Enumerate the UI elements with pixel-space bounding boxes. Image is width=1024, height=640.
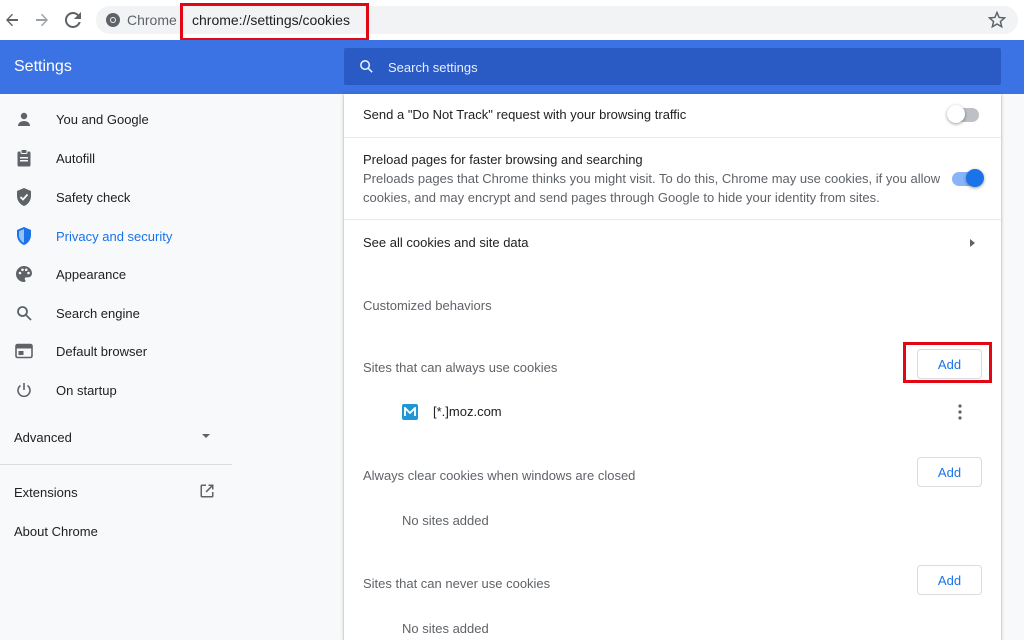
sidebar-item-on-startup[interactable]: On startup bbox=[0, 371, 232, 409]
never-allow-empty-text: No sites added bbox=[402, 621, 489, 636]
sidebar-item-label: Autofill bbox=[56, 150, 96, 166]
clipboard-icon bbox=[15, 149, 33, 167]
customized-behaviors-heading: Customized behaviors bbox=[363, 298, 492, 313]
always-allow-label: Sites that can always use cookies bbox=[363, 360, 558, 375]
bookmark-star-icon[interactable] bbox=[988, 11, 1006, 29]
divider bbox=[344, 137, 1001, 138]
sidebar-item-label: Appearance bbox=[56, 266, 127, 282]
sidebar-divider bbox=[0, 464, 232, 465]
sidebar-item-safety-check[interactable]: Safety check bbox=[0, 178, 232, 216]
reload-icon bbox=[65, 12, 81, 28]
url-highlight-box bbox=[180, 3, 369, 41]
sidebar-item-privacy-and-security[interactable]: Privacy and security bbox=[0, 217, 232, 255]
do-not-track-toggle[interactable] bbox=[947, 105, 979, 123]
back-button[interactable] bbox=[0, 8, 24, 32]
palette-icon bbox=[15, 265, 33, 283]
add-never-allow-button[interactable]: Add bbox=[917, 565, 982, 595]
search-icon bbox=[360, 60, 373, 73]
preload-description-cont: cookies, and may encrypt and send pages … bbox=[363, 190, 880, 205]
more-actions-icon[interactable] bbox=[958, 404, 962, 420]
forward-arrow-icon bbox=[36, 13, 48, 27]
never-allow-label: Sites that can never use cookies bbox=[363, 576, 551, 591]
add-button-highlight-box bbox=[903, 342, 992, 383]
sidebar-item-search-engine[interactable]: Search engine bbox=[0, 294, 232, 332]
sidebar: You and Google Autofill Safety check Pri… bbox=[0, 94, 232, 640]
toggle-knob bbox=[947, 105, 965, 123]
search-bar[interactable] bbox=[344, 48, 1001, 85]
sidebar-item-label: Privacy and security bbox=[56, 228, 173, 244]
browser-toolbar: Chrome chrome://settings/cookies bbox=[0, 0, 1024, 40]
shield-icon bbox=[15, 227, 33, 245]
caret-down-icon[interactable] bbox=[202, 434, 210, 438]
sidebar-advanced-toggle[interactable]: Advanced bbox=[14, 430, 72, 445]
page-title: Settings bbox=[14, 58, 72, 75]
search-icon bbox=[15, 304, 33, 322]
sidebar-item-autofill[interactable]: Autofill bbox=[0, 139, 232, 177]
moz-site-icon bbox=[402, 404, 418, 420]
sidebar-item-label: You and Google bbox=[56, 111, 149, 127]
arrow-right-icon[interactable] bbox=[970, 239, 975, 247]
chrome-logo-icon bbox=[106, 13, 120, 27]
sidebar-item-label: Search engine bbox=[56, 305, 140, 321]
reload-button[interactable] bbox=[61, 8, 85, 32]
preload-label: Preload pages for faster browsing and se… bbox=[363, 152, 643, 167]
sidebar-item-label: On startup bbox=[56, 382, 117, 398]
sidebar-item-about-chrome[interactable]: About Chrome bbox=[14, 524, 98, 539]
sidebar-item-you-and-google[interactable]: You and Google bbox=[0, 100, 232, 138]
divider bbox=[344, 219, 1001, 220]
forward-button[interactable] bbox=[30, 8, 54, 32]
power-icon bbox=[15, 381, 33, 399]
back-arrow-icon bbox=[6, 13, 18, 27]
allowed-site-entry: [*.]moz.com bbox=[433, 404, 502, 419]
add-clear-on-exit-button[interactable]: Add bbox=[917, 457, 982, 487]
settings-header: Settings bbox=[0, 40, 1024, 94]
open-in-new-icon[interactable] bbox=[199, 483, 215, 499]
sidebar-item-default-browser[interactable]: Default browser bbox=[0, 332, 232, 370]
sidebar-item-label: Safety check bbox=[56, 189, 131, 205]
sidebar-item-label: Default browser bbox=[56, 343, 148, 359]
toggle-knob bbox=[966, 169, 984, 187]
clear-on-exit-label: Always clear cookies when windows are cl… bbox=[363, 468, 636, 483]
omnibox-chrome-label: Chrome bbox=[127, 12, 177, 28]
do-not-track-label: Send a "Do Not Track" request with your … bbox=[363, 107, 687, 122]
sidebar-item-extensions[interactable]: Extensions bbox=[14, 485, 78, 500]
browser-window-icon bbox=[15, 342, 33, 360]
shield-check-icon bbox=[15, 188, 33, 206]
preload-description: Preloads pages that Chrome thinks you mi… bbox=[363, 171, 941, 186]
see-all-cookies-link[interactable]: See all cookies and site data bbox=[363, 233, 529, 252]
person-icon bbox=[15, 110, 33, 128]
preload-toggle[interactable] bbox=[952, 169, 984, 187]
search-input[interactable] bbox=[388, 57, 968, 77]
clear-on-exit-empty-text: No sites added bbox=[402, 513, 489, 528]
sidebar-item-appearance[interactable]: Appearance bbox=[0, 255, 232, 293]
